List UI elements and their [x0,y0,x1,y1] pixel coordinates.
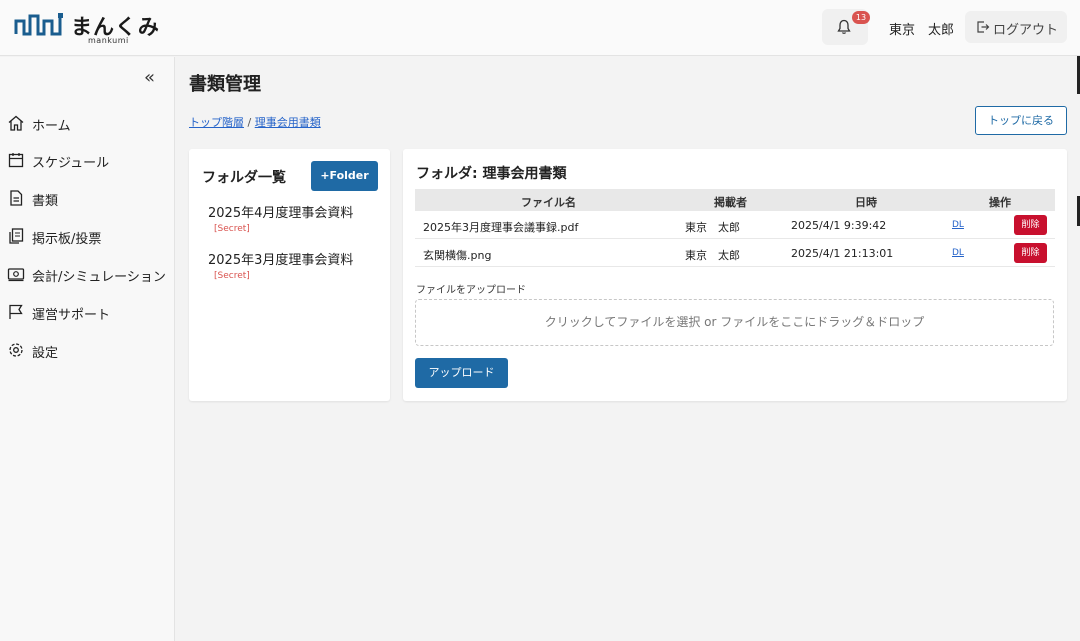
logout-icon [977,21,990,33]
column-header-author: 掲載者 [714,196,747,209]
gear-icon [9,343,23,357]
back-to-top-button[interactable]: トップに戻る [975,106,1067,135]
file-datetime: 2025/4/1 21:13:01 [791,247,894,260]
file-author: 東京 太郎 [685,249,740,262]
board-icon [9,228,24,244]
file-author: 東京 太郎 [685,221,740,234]
upload-button[interactable]: アップロード [415,358,508,388]
folder-files-title: フォルダ: 理事会用書類 [416,166,567,182]
calendar-icon [8,153,24,168]
column-header-filename: ファイル名 [521,196,576,209]
sidebar-item-documents[interactable]: 書類 [6,186,174,210]
breadcrumb-separator: / [244,116,255,129]
logout-label: ログアウト [993,23,1059,38]
file-dropzone[interactable]: クリックしてファイルを選択 or ファイルをここにドラッグ＆ドロップ [415,299,1054,346]
app-header: まんくみ mankumi 13 東京 太郎 ログアウト [0,0,1080,56]
delete-button[interactable]: 削除 [1014,215,1047,235]
folder-list-title: フォルダ一覧 [202,170,286,186]
sidebar-item-accounting[interactable]: 会計/シミュレーション [6,262,174,286]
document-icon [10,190,23,206]
delete-button[interactable]: 削除 [1014,243,1047,263]
sidebar-item-label: 掲示板/投票 [32,232,102,247]
download-link[interactable]: DL [952,248,964,258]
accounting-icon [7,268,25,282]
sidebar-item-label: スケジュール [32,156,110,171]
flag-icon [9,304,23,319]
folder-item[interactable]: 2025年4月度理事会資料 [208,202,353,221]
sidebar-item-support[interactable]: 運営サポート [6,300,174,324]
breadcrumb-current-link[interactable]: 理事会用書類 [255,116,321,129]
sidebar-item-label: ホーム [32,119,71,134]
file-name: 玄関横傷.png [423,249,492,262]
bell-icon [837,19,851,34]
breadcrumb-root-link[interactable]: トップ階層 [189,116,244,129]
add-folder-button[interactable]: +Folder [311,161,378,191]
logout-button[interactable]: ログアウト [965,11,1067,43]
page-title: 書類管理 [189,74,261,95]
file-name: 2025年3月度理事会議事録.pdf [423,221,579,234]
home-icon [8,115,24,131]
table-row: 玄関横傷.png 東京 太郎 2025/4/1 21:13:01 DL 削除 [415,239,1055,267]
secret-tag: [Secret] [214,224,250,234]
sidebar-item-schedule[interactable]: スケジュール [6,148,174,172]
sidebar-item-label: 設定 [32,346,59,361]
sidebar-item-label: 書類 [32,194,59,209]
logo-subtext: mankumi [88,36,129,45]
sidebar-item-label: 運営サポート [32,308,111,323]
notification-badge: 13 [852,11,870,24]
collapse-sidebar-icon[interactable]: « [144,67,155,88]
folder-list-panel: フォルダ一覧 +Folder 2025年4月度理事会資料 [Secret] 20… [189,149,390,401]
column-header-actions: 操作 [989,196,1011,209]
folder-files-panel: フォルダ: 理事会用書類 ファイル名 掲載者 日時 操作 2025年3月度理事会… [403,149,1067,401]
notification-button[interactable]: 13 [822,9,870,45]
sidebar: « ホーム スケジュール 書類 掲示板/投票 会計/シミュレーション 運営サポー… [0,57,175,641]
sidebar-item-label: 会計/シミュレーション [32,270,166,285]
sidebar-item-board[interactable]: 掲示板/投票 [6,224,174,248]
logo-mark-icon [14,13,63,36]
sidebar-item-home[interactable]: ホーム [6,111,174,135]
column-header-datetime: 日時 [855,196,877,209]
folder-item[interactable]: 2025年3月度理事会資料 [208,249,353,268]
table-header: ファイル名 掲載者 日時 操作 [415,189,1055,211]
user-name: 東京 太郎 [889,23,955,38]
upload-label: ファイルをアップロード [416,285,526,296]
table-row: 2025年3月度理事会議事録.pdf 東京 太郎 2025/4/1 9:39:4… [415,211,1055,239]
secret-tag: [Secret] [214,271,250,281]
sidebar-item-settings[interactable]: 設定 [6,338,174,362]
breadcrumb: トップ階層 / 理事会用書類 [189,114,321,130]
download-link[interactable]: DL [952,220,964,230]
file-datetime: 2025/4/1 9:39:42 [791,219,887,232]
